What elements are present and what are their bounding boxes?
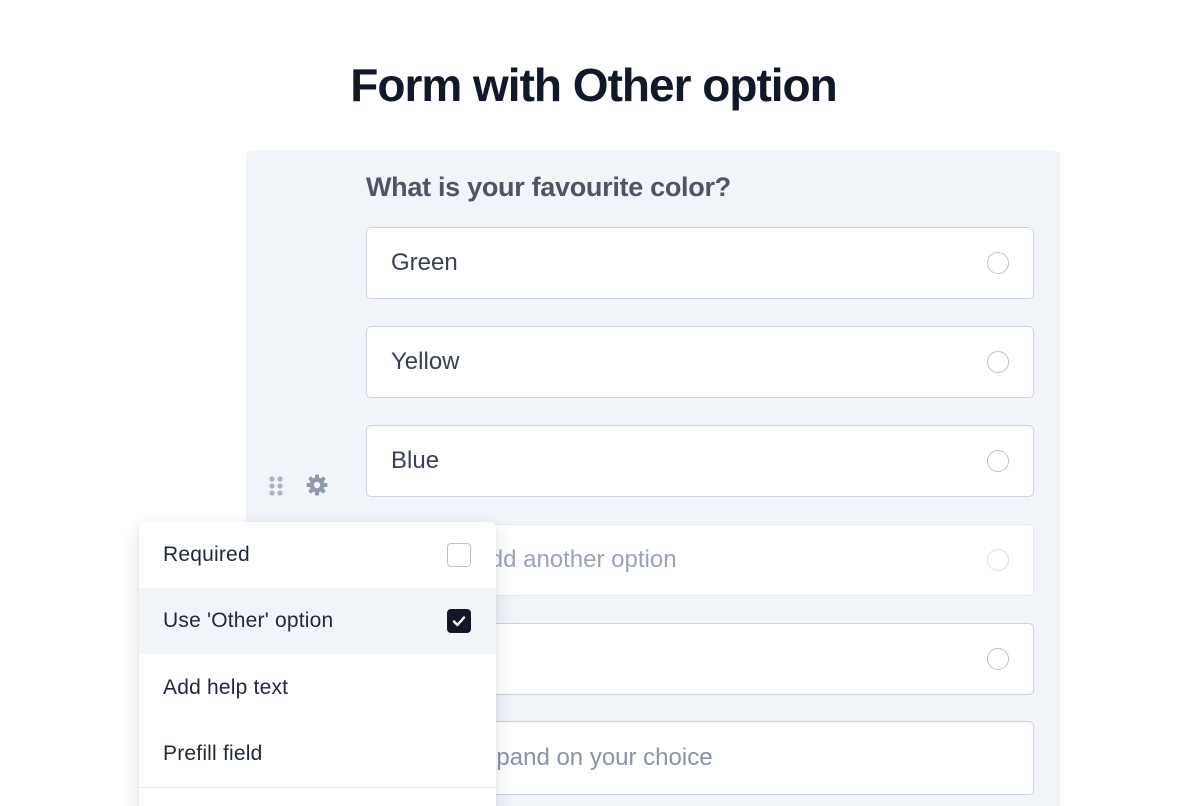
use-other-checkbox[interactable] bbox=[447, 609, 471, 633]
option-blue[interactable]: Blue bbox=[366, 425, 1034, 497]
menu-item-required[interactable]: Required bbox=[139, 522, 496, 588]
menu-item-label: Add help text bbox=[163, 676, 289, 699]
gear-icon[interactable] bbox=[305, 473, 329, 497]
menu-item-use-other-option[interactable]: Use 'Other' option bbox=[139, 588, 496, 654]
checkmark-icon bbox=[452, 616, 466, 627]
radio-button[interactable] bbox=[987, 351, 1009, 373]
required-checkbox[interactable] bbox=[447, 543, 471, 567]
field-toolbar bbox=[262, 470, 342, 502]
option-label: Blue bbox=[391, 447, 440, 474]
radio-button[interactable] bbox=[987, 450, 1009, 472]
menu-item-prefill-field[interactable]: Prefill field bbox=[139, 721, 496, 787]
option-green[interactable]: Green bbox=[366, 227, 1034, 299]
option-label: Green bbox=[391, 249, 458, 276]
page-title: Form with Other option bbox=[350, 59, 838, 111]
menu-divider bbox=[139, 787, 496, 788]
question-label[interactable]: What is your favourite color? bbox=[366, 172, 731, 203]
option-label: Yellow bbox=[391, 348, 460, 375]
field-settings-menu: Required Use 'Other' option Add help tex… bbox=[139, 522, 496, 806]
radio-button[interactable] bbox=[987, 648, 1009, 670]
radio-button[interactable] bbox=[987, 252, 1009, 274]
radio-button bbox=[987, 549, 1009, 571]
menu-item-label: Required bbox=[163, 543, 250, 566]
option-yellow[interactable]: Yellow bbox=[366, 326, 1034, 398]
menu-item-label: Prefill field bbox=[163, 742, 263, 765]
drag-handle-icon[interactable] bbox=[262, 474, 290, 498]
menu-item-add-help-text[interactable]: Add help text bbox=[139, 655, 496, 721]
menu-item-label: Use 'Other' option bbox=[163, 609, 334, 632]
form-builder-page: Form with Other option What is your favo… bbox=[0, 0, 1200, 806]
